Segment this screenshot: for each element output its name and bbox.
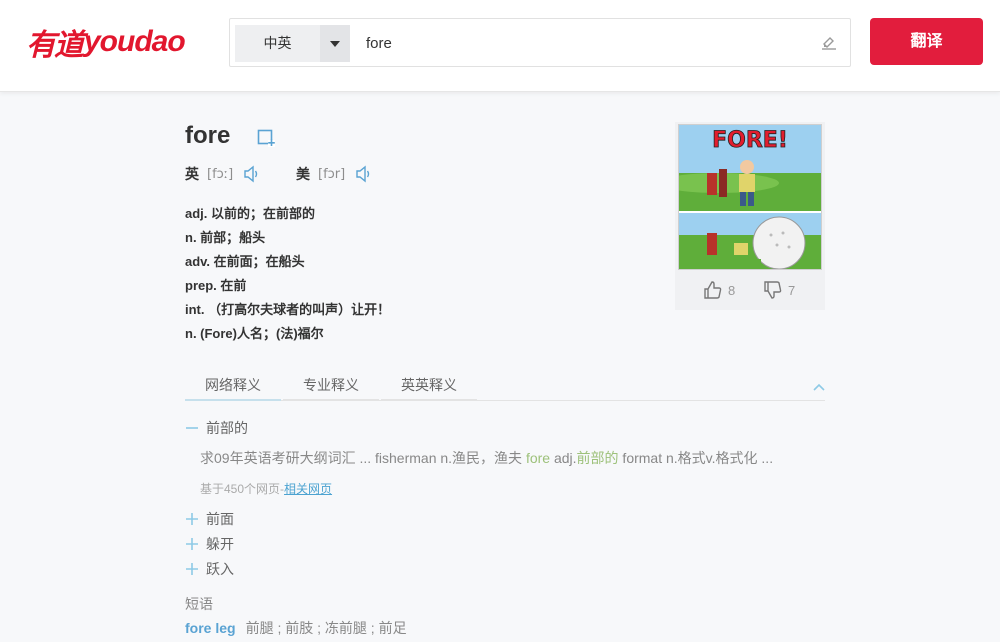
expand-plus-icon[interactable] <box>185 537 199 551</box>
dislike-count: 7 <box>788 282 796 298</box>
us-phonetic: [fɔr] <box>318 166 346 182</box>
phrase-meaning: 前腿 ; 前肢 ; 冻前腿 ; 前足 <box>245 620 407 636</box>
uk-speaker-icon[interactable] <box>243 165 259 183</box>
tab-professional-definition[interactable]: 专业释义 <box>283 373 379 401</box>
chevron-up-icon[interactable] <box>812 382 826 392</box>
web-sense-label: 前部的 <box>206 420 248 436</box>
web-sense-collapsed[interactable]: 前面 <box>185 509 234 529</box>
add-to-wordbook-icon[interactable] <box>257 129 275 147</box>
language-select-label: 中英 <box>263 35 292 51</box>
definition-item: adj. 以前的；在前部的 <box>185 206 316 221</box>
web-sense-source: 基于450个网页-相关网页 <box>200 480 332 497</box>
word-picture-card: FORE! 8 7 <box>659 122 825 310</box>
definition-item: adv. 在前面；在船头 <box>185 254 305 269</box>
web-sense-collapsed[interactable]: 躲开 <box>185 534 234 554</box>
definition-list: adj. 以前的；在前部的 n. 前部；船头 adv. 在前面；在船头 prep… <box>185 202 390 346</box>
us-pronunciation: 美 [fɔr] <box>296 164 371 184</box>
uk-pronunciation: 英 [fɔː] <box>185 164 259 184</box>
top-header: 有道 youdao 中英 翻译 <box>0 0 1000 92</box>
definition-tabs: 网络释义 专业释义 英英释义 <box>185 373 825 401</box>
definition-item: n. 前部；船头 <box>185 230 266 245</box>
dislike-button[interactable]: 7 <box>763 280 795 300</box>
uk-label: 英 <box>185 166 199 182</box>
chevron-down-icon[interactable] <box>320 25 350 62</box>
expand-plus-icon[interactable] <box>185 512 199 526</box>
thumbs-up-icon <box>704 281 722 299</box>
search-box: 中英 <box>229 18 851 67</box>
phrase-word-link[interactable]: fore leg <box>185 620 236 636</box>
definition-item: int. （打高尔夫球者的叫声）让开！ <box>185 302 391 317</box>
web-sense-label: 前面 <box>206 511 234 527</box>
definition-item: prep. 在前 <box>185 278 247 293</box>
us-speaker-icon[interactable] <box>355 165 371 183</box>
cartoon-caption: FORE! <box>712 128 788 153</box>
search-input[interactable] <box>366 27 806 59</box>
headword: fore <box>185 122 231 149</box>
like-button[interactable]: 8 <box>703 280 735 300</box>
excerpt-mid: adj. <box>550 450 577 466</box>
clear-eraser-icon[interactable] <box>820 33 838 51</box>
expand-plus-icon[interactable] <box>185 562 199 576</box>
related-pages-link[interactable]: 相关网页 <box>284 482 332 496</box>
excerpt-after: format n.格式v.格式化 ... <box>618 450 774 466</box>
web-sense-expanded[interactable]: 前部的 <box>185 418 248 438</box>
web-sense-label: 跃入 <box>206 561 234 577</box>
phrase-item: fore leg 前腿 ; 前肢 ; 冻前腿 ; 前足 <box>185 618 407 638</box>
definition-item: n. (Fore)人名；(法)福尔 <box>185 326 324 341</box>
youdao-logo[interactable]: 有道 youdao <box>26 22 186 63</box>
thumbs-down-icon <box>764 281 782 299</box>
excerpt-before: 求09年英语考研大纲词汇 ... fisherman n.渔民，渔夫 <box>200 450 526 466</box>
tab-english-definition[interactable]: 英英释义 <box>381 373 477 401</box>
language-select[interactable]: 中英 <box>235 25 350 62</box>
web-sense-excerpt: 求09年英语考研大纲词汇 ... fisherman n.渔民，渔夫 fore … <box>200 448 773 468</box>
collapse-minus-icon[interactable] <box>185 421 199 435</box>
source-text: 基于450个网页- <box>200 482 285 496</box>
uk-phonetic: [fɔː] <box>207 166 234 182</box>
phrases-title: 短语 <box>185 596 213 612</box>
excerpt-word: fore <box>525 450 551 466</box>
translate-button[interactable]: 翻译 <box>870 18 983 65</box>
excerpt-definition: 前部的 <box>576 450 619 466</box>
tab-web-definition[interactable]: 网络释义 <box>185 373 281 401</box>
like-count: 8 <box>728 282 736 298</box>
cartoon-image[interactable]: FORE! <box>659 124 822 270</box>
web-sense-collapsed[interactable]: 跃入 <box>185 559 234 579</box>
us-label: 美 <box>296 166 310 182</box>
logo-english: youdao <box>84 25 186 58</box>
web-sense-label: 躲开 <box>206 536 234 552</box>
logo-chinese: 有道 <box>26 28 84 63</box>
